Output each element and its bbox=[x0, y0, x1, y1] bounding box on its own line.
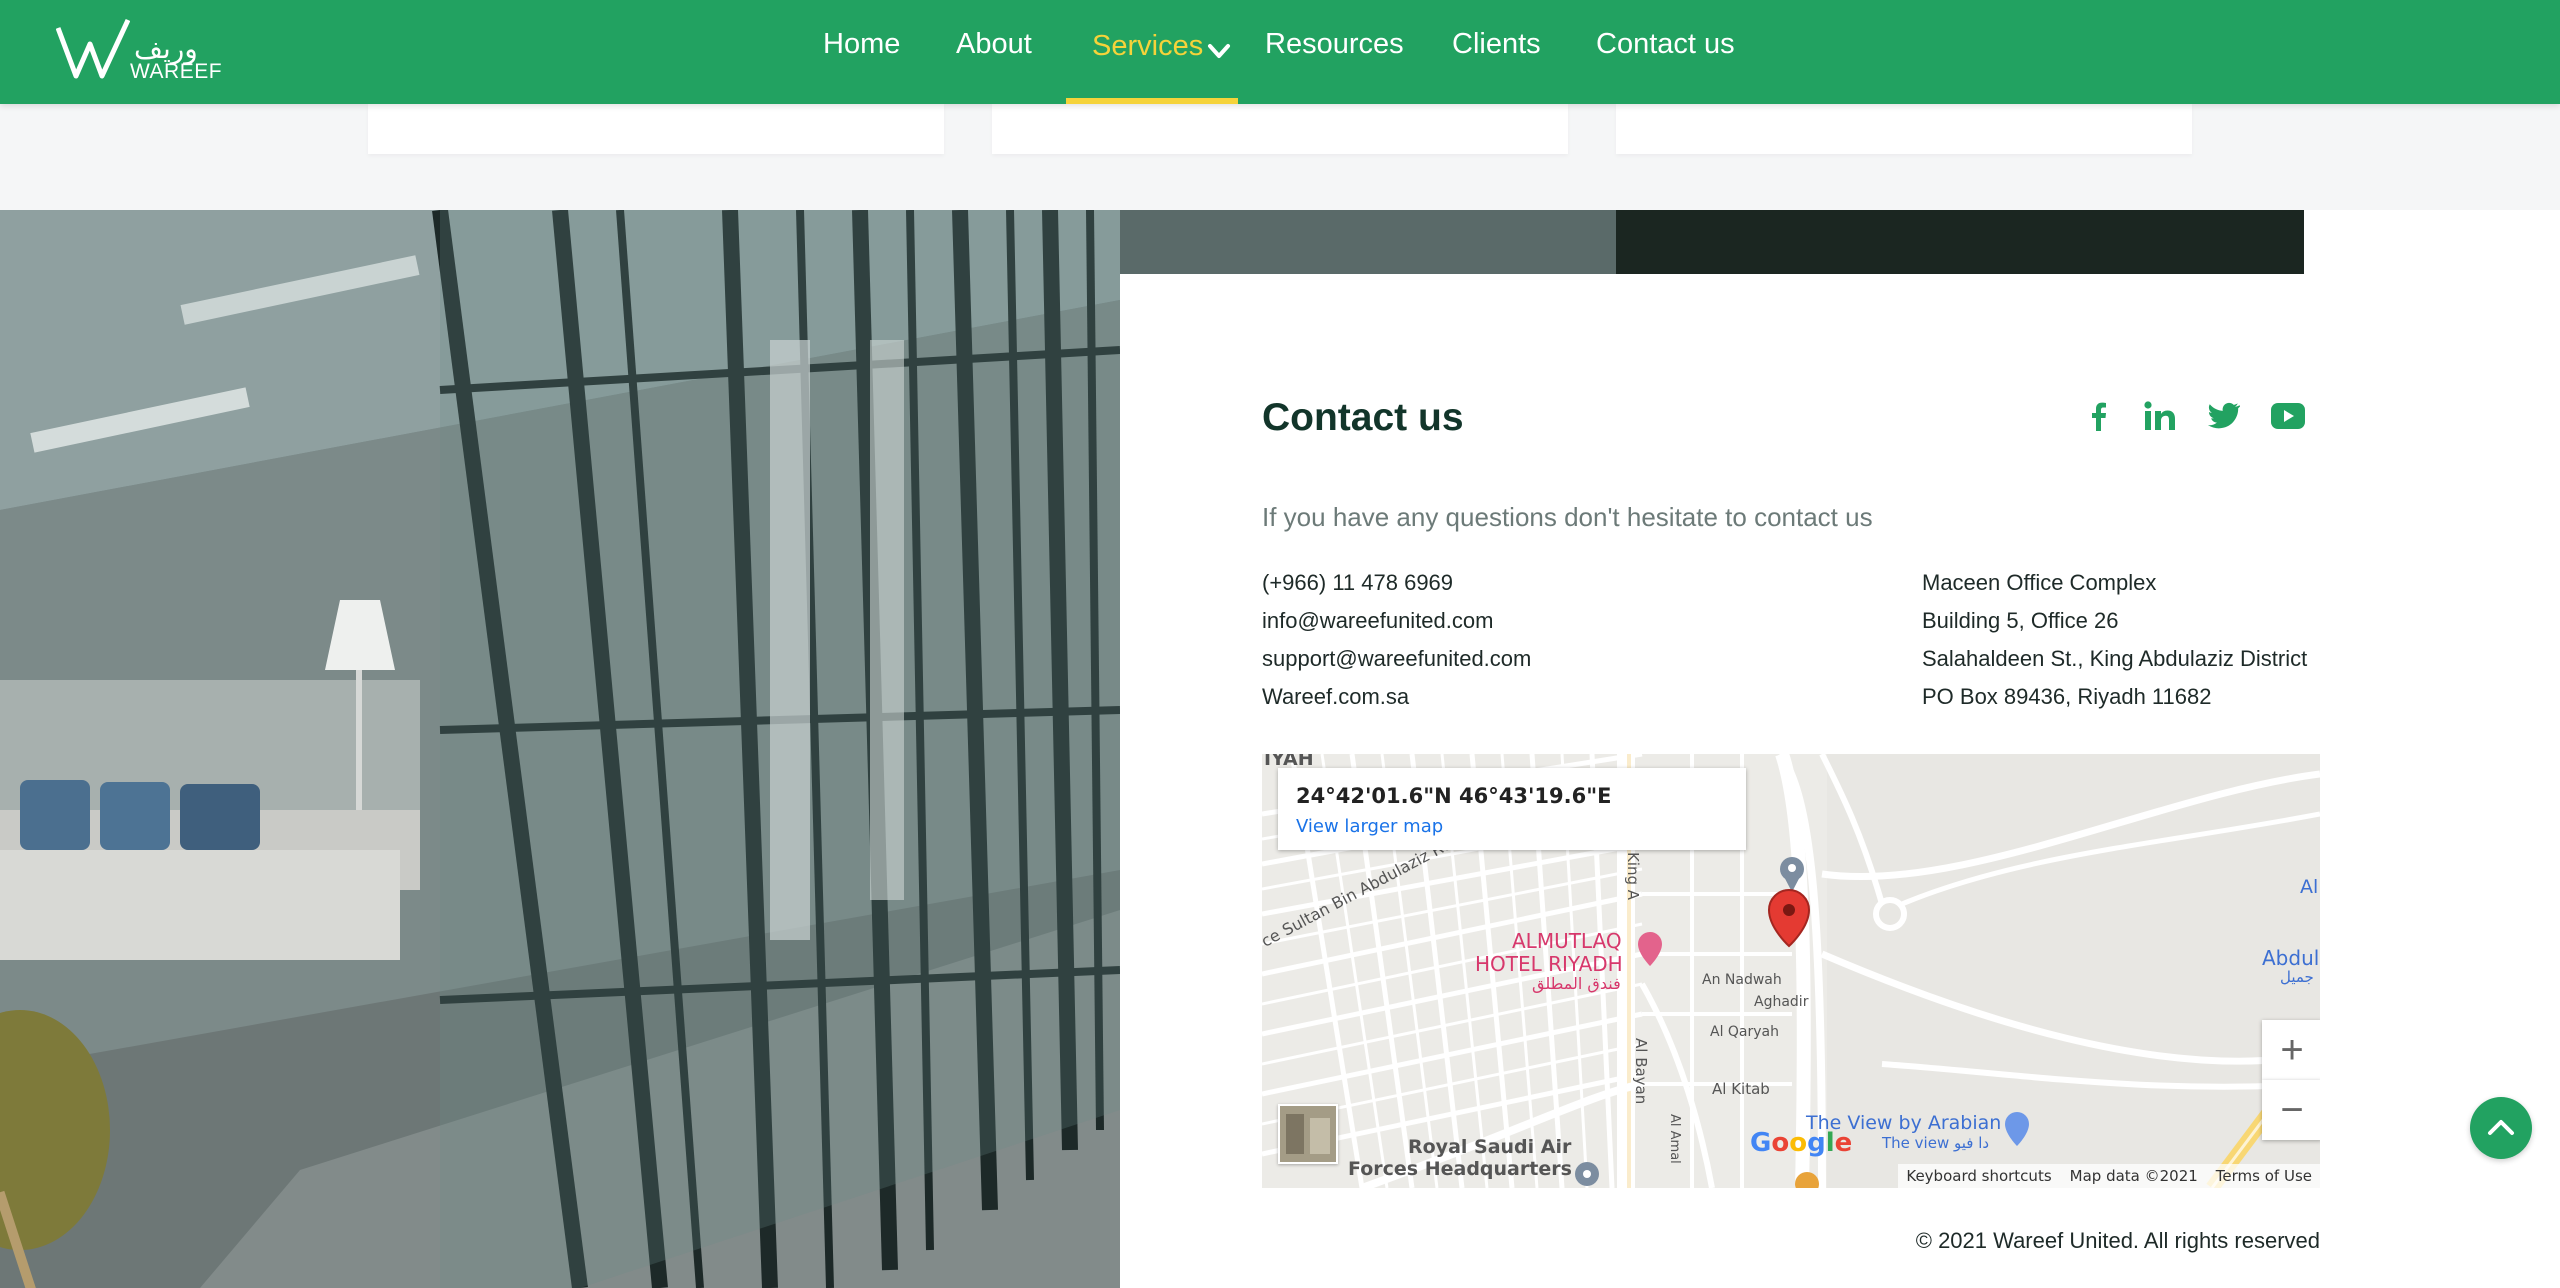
map-label: Aghadir bbox=[1754, 994, 1809, 1010]
google-map[interactable]: IYAH King A ce Sultan Bin Abdulaziz Rd A… bbox=[1262, 754, 2320, 1188]
keyboard-shortcuts-link[interactable]: Keyboard shortcuts bbox=[1906, 1167, 2051, 1185]
address-block: Maceen Office Complex Building 5, Office… bbox=[1922, 564, 2307, 716]
address-line: Maceen Office Complex bbox=[1922, 570, 2157, 595]
map-label: Al Qaryah bbox=[1710, 1024, 1780, 1040]
contact-panel: Contact us If you have any questions don… bbox=[1120, 274, 2560, 1288]
photo-top-strip bbox=[1120, 210, 1616, 274]
view-larger-map-link[interactable]: View larger map bbox=[1296, 816, 1443, 837]
office-photo bbox=[0, 210, 1120, 1288]
nav-resources[interactable]: Resources bbox=[1265, 28, 1404, 61]
nav-home[interactable]: Home bbox=[823, 28, 900, 61]
website-link[interactable]: Wareef.com.sa bbox=[1262, 678, 1531, 716]
linkedin-icon[interactable] bbox=[2142, 398, 2178, 434]
nav-contact[interactable]: Contact us bbox=[1596, 28, 1735, 61]
address-line: PO Box 89436, Riyadh 11682 bbox=[1922, 684, 2212, 709]
map-label: Al Kitab bbox=[1712, 1080, 1770, 1098]
site-header: وريف WAREEF Home About Services Resource… bbox=[0, 0, 2560, 104]
terms-of-use-link[interactable]: Terms of Use bbox=[2216, 1167, 2312, 1185]
map-label: Royal Saudi Air bbox=[1408, 1136, 1572, 1158]
map-label: HOTEL RIYADH bbox=[1475, 952, 1623, 976]
chevron-down-icon[interactable] bbox=[1206, 40, 1232, 62]
street-view-button[interactable] bbox=[1278, 1104, 1338, 1164]
services-cards-section bbox=[0, 104, 2560, 210]
map-data-label: Map data ©2021 bbox=[2069, 1167, 2198, 1185]
service-card[interactable] bbox=[1616, 104, 2192, 154]
address-line: Salahaldeen St., King Abdulaziz District bbox=[1922, 646, 2308, 671]
map-label: ALMUTLAQ bbox=[1512, 929, 1622, 953]
zoom-in-button[interactable]: + bbox=[2262, 1020, 2320, 1080]
map-label: An Nadwah bbox=[1702, 972, 1782, 988]
facebook-icon[interactable] bbox=[2080, 398, 2116, 434]
map-footer: Keyboard shortcuts Map data ©2021 Terms … bbox=[1898, 1164, 2320, 1188]
service-card[interactable] bbox=[368, 104, 944, 154]
zoom-out-button[interactable]: − bbox=[2262, 1080, 2320, 1140]
map-label: The view دا فيو bbox=[1882, 1134, 1990, 1152]
map-info-card: 24°42'01.6"N 46°43'19.6"E View larger ma… bbox=[1278, 768, 1746, 850]
email-link[interactable]: info@wareefunited.com bbox=[1262, 602, 1531, 640]
back-to-top-button[interactable] bbox=[2470, 1097, 2532, 1159]
contact-details: (+966) 11 478 6969 info@wareefunited.com… bbox=[1262, 564, 1531, 716]
address-line: Building 5, Office 26 bbox=[1922, 608, 2119, 633]
map-label: Forces Headquarters bbox=[1348, 1158, 1572, 1180]
support-email-link[interactable]: support@wareefunited.com bbox=[1262, 640, 1531, 678]
main-nav: Home About Services Resources Clients Co… bbox=[0, 0, 2560, 104]
youtube-icon[interactable] bbox=[2270, 398, 2306, 434]
nav-about[interactable]: About bbox=[956, 28, 1032, 61]
contact-intro: If you have any questions don't hesitate… bbox=[1262, 502, 1873, 532]
service-card[interactable] bbox=[992, 104, 1568, 154]
map-label: فندق المطلق bbox=[1532, 974, 1621, 993]
map-label: Al Bayan bbox=[1632, 1038, 1650, 1105]
street-view-thumbnail-icon bbox=[1280, 1106, 1336, 1162]
map-label: Al Amal bbox=[1667, 1114, 1682, 1164]
map-label: King A bbox=[1624, 852, 1642, 901]
map-label: Al bbox=[2300, 876, 2319, 898]
nav-services[interactable]: Services bbox=[1092, 30, 1203, 63]
active-nav-indicator bbox=[1066, 98, 1238, 104]
copyright: © 2021 Wareef United. All rights reserve… bbox=[1915, 1228, 2320, 1253]
phone-link[interactable]: (+966) 11 478 6969 bbox=[1262, 564, 1531, 602]
nav-clients[interactable]: Clients bbox=[1452, 28, 1541, 61]
twitter-icon[interactable] bbox=[2206, 398, 2242, 434]
map-label: Abdul bbox=[2262, 946, 2320, 970]
dark-band bbox=[1616, 210, 2304, 274]
chevron-up-icon bbox=[2488, 1120, 2514, 1135]
google-logo: Google bbox=[1750, 1128, 1853, 1158]
contact-title: Contact us bbox=[1262, 396, 1464, 439]
map-coordinates: 24°42'01.6"N 46°43'19.6"E bbox=[1296, 784, 1612, 808]
map-label: جميل bbox=[2280, 968, 2314, 986]
